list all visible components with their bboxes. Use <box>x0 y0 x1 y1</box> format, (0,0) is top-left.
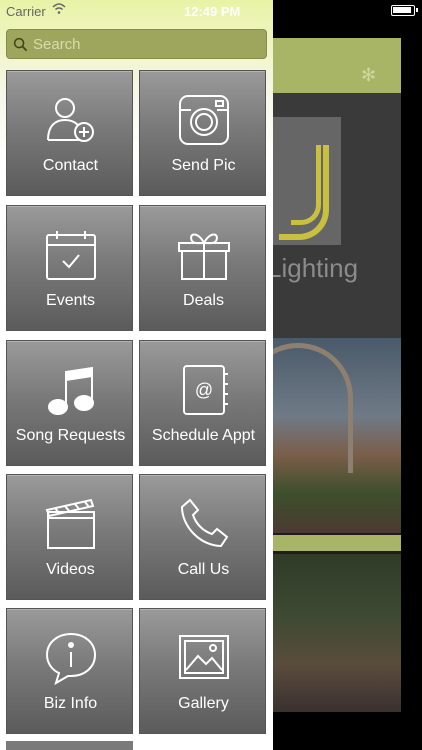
tile-label: Biz Info <box>43 695 98 712</box>
wifi-icon <box>52 3 66 14</box>
tile-label: Videos <box>46 561 95 578</box>
divider-strip <box>273 535 401 551</box>
send-pic-button[interactable]: Send Pic <box>139 70 266 196</box>
tile-label: Deals <box>183 292 224 309</box>
battery-icon <box>391 5 418 16</box>
tile-label: Contact <box>42 157 99 174</box>
tile-label: Events <box>46 292 95 309</box>
biz-info-button[interactable]: Biz Info <box>6 608 133 734</box>
main-content-preview[interactable]: ✻ Lighting <box>273 38 401 712</box>
picture-icon <box>178 635 229 679</box>
logo-image <box>273 117 341 245</box>
status-bar: Carrier 12:49 PM <box>0 0 422 22</box>
contact-button[interactable]: Contact <box>6 70 133 196</box>
phone-icon <box>180 498 228 548</box>
music-note-icon <box>47 366 94 415</box>
svg-text:@: @ <box>194 380 212 400</box>
camera-icon <box>178 95 229 145</box>
address-book-icon: @ <box>182 365 228 415</box>
gallery-button[interactable]: Gallery <box>139 608 266 734</box>
deals-button[interactable]: Deals <box>139 205 266 331</box>
gear-icon[interactable]: ✻ <box>361 66 379 84</box>
tile-label: Schedule Appt <box>151 427 256 444</box>
carrier-label: Carrier <box>6 4 46 19</box>
logo-banner: Lighting <box>273 93 401 348</box>
gift-icon <box>177 233 230 280</box>
app-screen: ✻ Lighting Contact <box>0 0 422 750</box>
search-bar[interactable] <box>6 29 267 59</box>
side-menu-drawer: Contact Send Pic Events Deals Song Reque… <box>0 0 273 750</box>
tile-label: Send Pic <box>171 157 236 174</box>
tile-label: Call Us <box>177 561 230 578</box>
search-input[interactable] <box>29 30 259 58</box>
tile-label: Gallery <box>178 695 229 712</box>
next-tile-partial[interactable] <box>6 741 133 750</box>
tile-label: Song Requests <box>15 427 126 444</box>
outdoor-event-photo <box>273 554 401 712</box>
info-bubble-icon <box>45 632 96 686</box>
logo-text: Lighting <box>273 253 359 283</box>
events-button[interactable]: Events <box>6 205 133 331</box>
videos-button[interactable]: Videos <box>6 474 133 600</box>
clapperboard-icon <box>45 498 95 549</box>
schedule-appt-button[interactable]: @ Schedule Appt <box>139 340 266 466</box>
clock: 12:49 PM <box>184 4 241 19</box>
add-contact-icon <box>46 98 94 142</box>
call-us-button[interactable]: Call Us <box>139 474 266 600</box>
main-header: ✻ <box>273 38 401 93</box>
calendar-icon <box>45 231 96 280</box>
search-icon <box>13 37 28 52</box>
song-requests-button[interactable]: Song Requests <box>6 340 133 466</box>
